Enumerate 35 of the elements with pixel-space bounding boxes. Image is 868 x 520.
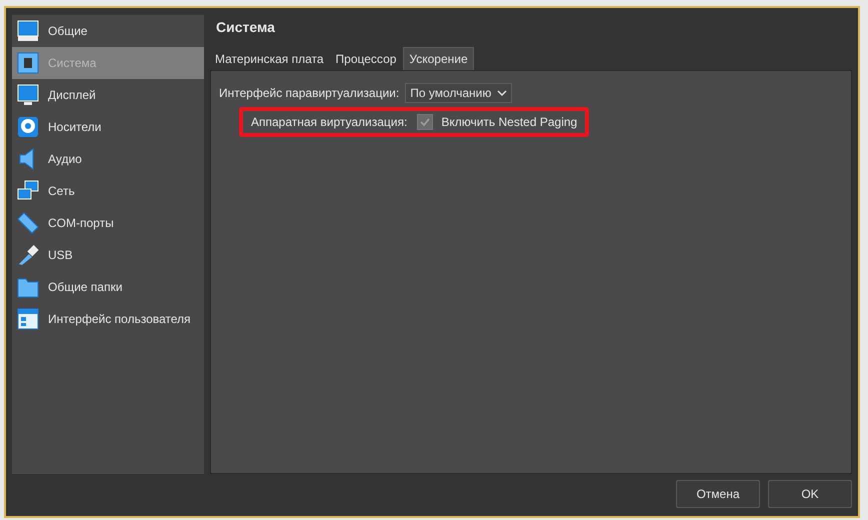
- tab[interactable]: Материнская плата: [210, 47, 329, 70]
- window-icon: [16, 307, 40, 331]
- tab[interactable]: Процессор: [330, 47, 402, 70]
- monitor-icon: [16, 83, 40, 107]
- tab[interactable]: Ускорение: [403, 47, 474, 70]
- sidebar-item[interactable]: Носители: [12, 111, 204, 143]
- sidebar-item[interactable]: COM-порты: [12, 207, 204, 239]
- sidebar-item[interactable]: Сеть: [12, 175, 204, 207]
- checkmark-icon: [419, 116, 432, 128]
- monitor-icon: [16, 19, 40, 43]
- sidebar-label: Аудио: [48, 152, 82, 166]
- sidebar-label: Общие: [48, 24, 88, 38]
- sidebar-label: USB: [48, 248, 73, 262]
- sidebar-label: Дисплей: [48, 88, 96, 102]
- chip-icon: [16, 51, 40, 75]
- sidebar-label: Носители: [48, 120, 102, 134]
- sidebar-item[interactable]: USB: [12, 239, 204, 271]
- dropdown[interactable]: По умолчанию: [405, 83, 512, 103]
- sidebar-item[interactable]: Аудио: [12, 143, 204, 175]
- sidebar-item[interactable]: Общие папки: [12, 271, 204, 303]
- chevron-icon: [497, 90, 508, 96]
- sidebar-label: Общие папки: [48, 280, 122, 294]
- connector-icon: [16, 211, 40, 235]
- page-title: Система: [215, 18, 276, 37]
- dialog-button[interactable]: Отмена: [676, 480, 760, 508]
- sidebar-label: Система: [48, 56, 96, 70]
- sidebar-item[interactable]: Общие: [12, 15, 204, 47]
- dialog-button[interactable]: OK: [768, 480, 852, 508]
- sidebar-label: Интерфейс пользователя: [48, 312, 191, 326]
- field-label: Аппаратная виртуализация:: [251, 115, 408, 129]
- field-label: Интерфейс паравиртуализации:: [219, 86, 400, 100]
- sidebar-label: Сеть: [48, 184, 75, 198]
- sidebar-label: COM-порты: [48, 216, 114, 230]
- sidebar-item[interactable]: Интерфейс пользователя: [12, 303, 204, 335]
- sidebar-item[interactable]: Дисплей: [12, 79, 204, 111]
